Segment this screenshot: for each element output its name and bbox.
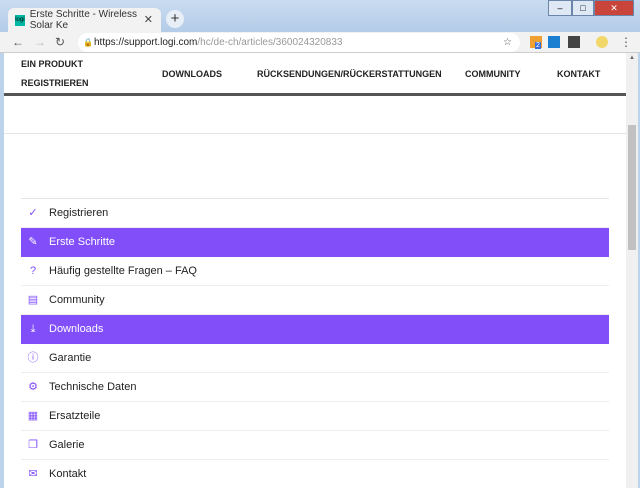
mail-icon: ✉ — [28, 468, 38, 480]
menu-item[interactable]: ⤓ Downloads — [21, 315, 609, 344]
product-menu: ✓ Registrieren ✎ Erste Schritte? Häufig gest… — [21, 199, 609, 488]
tab-title: Erste Schritte - Wireless Solar Ke — [29, 9, 137, 31]
url-host: https://support.logi.com — [94, 37, 198, 48]
browser-tab[interactable]: logi Erste Schritte - Wireless Solar Ke … — [8, 8, 161, 32]
menu-item-label: Technische Daten — [49, 381, 137, 393]
web-page: EIN PRODUKT REGISTRIEREN DOWNLOADS RÜCKS… — [4, 53, 626, 488]
url-path: /hc/de-ch/articles/360024320833 — [197, 37, 343, 48]
scrollbar-thumb[interactable] — [628, 125, 636, 250]
gear-icon: ⚙ — [28, 381, 38, 393]
close-window-button[interactable]: ✕ — [594, 0, 634, 16]
profile-avatar[interactable] — [596, 36, 608, 48]
extension-arrow-icon[interactable] — [548, 36, 560, 48]
extension-badge: 2 — [535, 42, 541, 49]
title-bar: logi Erste Schritte - Wireless Solar Ke … — [0, 0, 640, 32]
scroll-up-icon[interactable]: ▲ — [626, 55, 638, 61]
menu-item[interactable]: ✉ Kontakt — [21, 460, 609, 488]
address-bar[interactable]: 🔒 https://support.logi.com/hc/de-ch/arti… — [78, 33, 520, 52]
menu-item[interactable]: ❐ Galerie — [21, 431, 609, 460]
pencil-icon: ✎ — [28, 236, 38, 248]
warranty-icon: ⓘ — [27, 352, 39, 364]
chat-icon: ▤ — [27, 294, 39, 306]
download-icon: ⤓ — [30, 323, 36, 335]
menu-item[interactable]: ▦ Ersatzteile — [21, 402, 609, 431]
menu-item[interactable]: ⓘ Garantie — [21, 344, 609, 373]
back-icon[interactable]: ← — [12, 35, 24, 49]
menu-item-label: Downloads — [49, 323, 104, 335]
lock-icon: 🔒 — [83, 38, 93, 47]
nav-downloads[interactable]: DOWNLOADS — [162, 69, 222, 79]
menu-item-label: Kontakt — [49, 468, 87, 480]
menu-item[interactable]: ? Häufig gestellte Fragen – FAQ — [21, 257, 609, 286]
minimize-button[interactable]: – — [548, 0, 572, 16]
menu-item-label: Community — [49, 294, 105, 306]
forward-icon[interactable]: → — [34, 35, 46, 49]
divider — [4, 133, 626, 134]
menu-item-label: Häufig gestellte Fragen – FAQ — [49, 265, 197, 277]
menu-item[interactable]: ▤ Community — [21, 286, 609, 315]
menu-item-label: Erste Schritte — [49, 236, 116, 248]
nav-register-product-line2[interactable]: REGISTRIEREN — [21, 78, 89, 88]
reload-icon[interactable]: ↻ — [55, 35, 65, 49]
menu-icon[interactable]: ⋮ — [620, 35, 632, 49]
nav-divider — [4, 93, 626, 96]
menu-item-label: Ersatzteile — [49, 410, 101, 422]
gallery-icon: ❐ — [28, 439, 38, 451]
menu-item[interactable]: ✎ Erste Schritte — [21, 228, 609, 257]
menu-item[interactable]: ⚙ Technische Daten — [21, 373, 609, 402]
menu-item[interactable]: ✓ Registrieren — [21, 199, 609, 228]
nav-returns[interactable]: RÜCKSENDUNGEN/RÜCKERSTATTUNGEN — [257, 69, 442, 79]
menu-item-label: Registrieren — [49, 207, 109, 219]
logi-favicon-icon: logi — [15, 14, 25, 26]
star-icon[interactable]: ☆ — [503, 33, 512, 52]
nav-community[interactable]: COMMUNITY — [465, 69, 521, 79]
check-icon: ✓ — [28, 207, 38, 219]
nav-register-product-line1[interactable]: EIN PRODUKT — [21, 59, 83, 69]
maximize-button[interactable]: □ — [572, 0, 594, 16]
nav-contact[interactable]: KONTAKT — [557, 69, 600, 79]
top-navigation: EIN PRODUKT REGISTRIEREN DOWNLOADS RÜCKS… — [4, 53, 626, 93]
scrollbar[interactable]: ▲ — [626, 53, 638, 488]
question-icon: ? — [29, 265, 37, 277]
grid-icon: ▦ — [27, 410, 39, 422]
menu-item-label: Galerie — [49, 439, 85, 451]
new-tab-button[interactable]: + — [166, 10, 184, 28]
browser-toolbar: ← → ↻ 🔒 https://support.logi.com/hc/de-c… — [0, 32, 640, 53]
extension-dark-icon[interactable] — [568, 36, 580, 48]
menu-item-label: Garantie — [49, 352, 92, 364]
close-tab-icon[interactable]: ✕ — [144, 13, 153, 26]
extension-flag-icon[interactable]: 2 — [530, 36, 542, 49]
